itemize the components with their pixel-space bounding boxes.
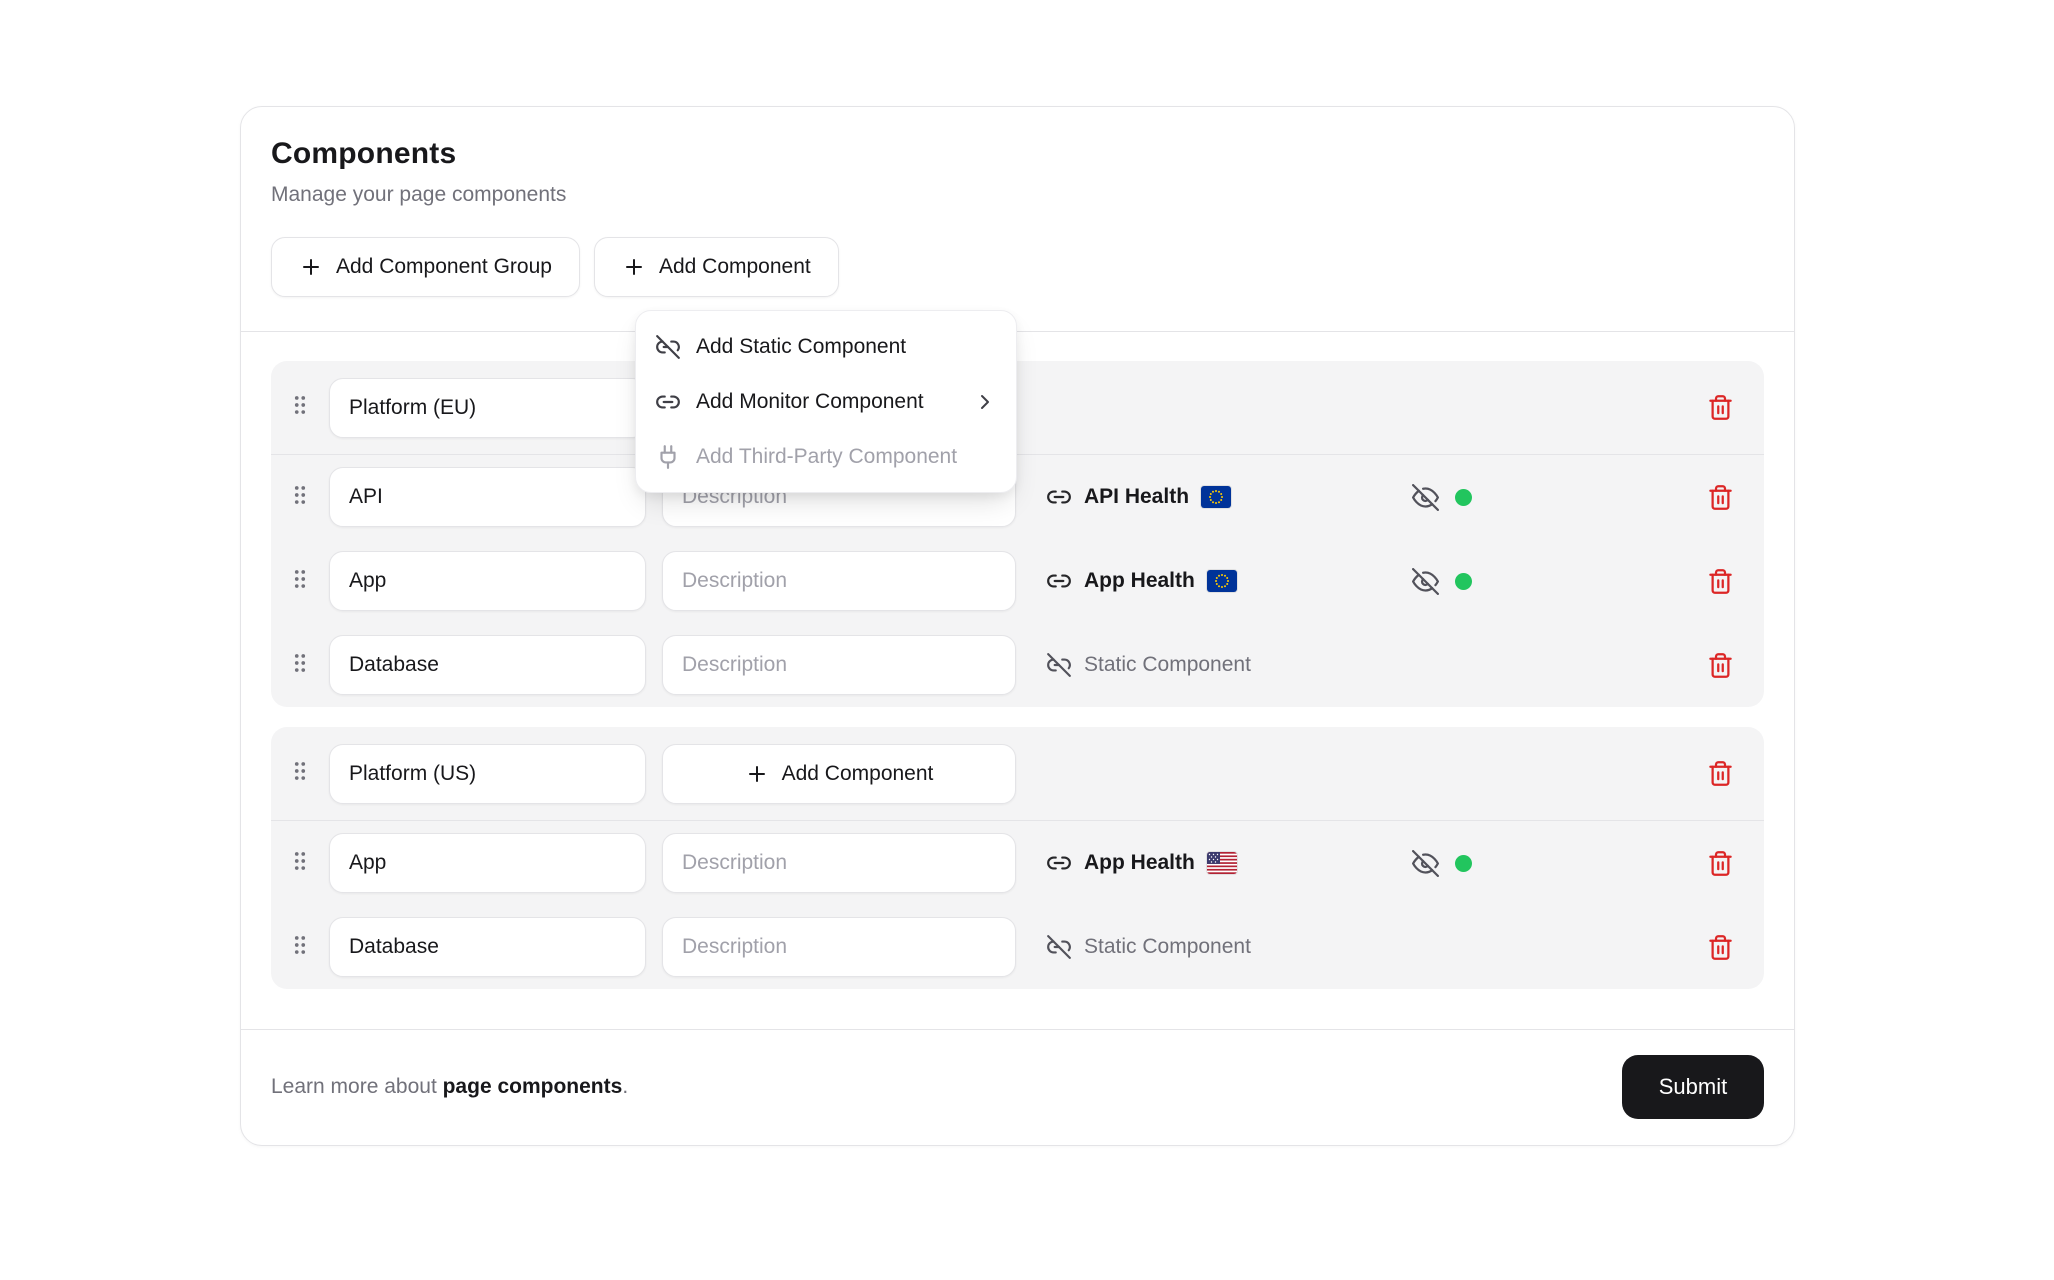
static-component-label: Static Component <box>1084 935 1251 959</box>
plus-icon <box>622 255 646 279</box>
learn-more-prefix: Learn more about <box>271 1075 443 1098</box>
unlink-icon <box>1046 652 1072 678</box>
static-component-indicator: Static Component <box>1032 934 1396 960</box>
visibility-cell <box>1412 484 1488 511</box>
static-component-indicator: Static Component <box>1032 652 1396 678</box>
component-group: Add Component API Health <box>271 361 1764 707</box>
monitor-link: API Health <box>1032 484 1396 510</box>
eye-off-icon[interactable] <box>1412 850 1439 877</box>
group-add-component-button[interactable]: Add Component <box>662 744 1016 804</box>
plus-icon <box>745 762 769 786</box>
groups-container: Add Component API Health <box>241 332 1794 1029</box>
group-header-row: Add Component <box>271 361 1764 455</box>
monitor-label: App Health <box>1084 851 1195 875</box>
group-header-row: Add Component <box>271 727 1764 821</box>
component-row: App Health <box>271 821 1764 905</box>
drag-handle-icon[interactable] <box>287 848 313 879</box>
status-dot <box>1455 855 1472 872</box>
component-description-input[interactable] <box>662 551 1016 611</box>
delete-group-button[interactable] <box>1707 394 1734 421</box>
plug-icon <box>655 444 681 470</box>
menu-item-add-third-party-component: Add Third-Party Component <box>636 429 1016 484</box>
drag-handle-icon[interactable] <box>287 758 313 789</box>
eu-flag-icon <box>1207 570 1237 592</box>
delete-component-button[interactable] <box>1707 484 1734 511</box>
add-component-button[interactable]: Add Component <box>594 237 839 297</box>
drag-handle-icon[interactable] <box>287 482 313 513</box>
delete-component-button[interactable] <box>1707 850 1734 877</box>
learn-more-text: Learn more about page components. <box>271 1075 628 1099</box>
component-name-input[interactable] <box>329 551 646 611</box>
menu-item-label: Add Monitor Component <box>696 390 924 414</box>
group-add-component-label: Add Component <box>782 762 934 786</box>
component-row: API Health <box>271 455 1764 539</box>
components-card: Components Manage your page components A… <box>240 106 1795 1146</box>
drag-handle-icon[interactable] <box>287 650 313 681</box>
unlink-icon <box>1046 934 1072 960</box>
chevron-right-icon <box>973 390 997 414</box>
group-name-input[interactable] <box>329 378 646 438</box>
learn-more-suffix: . <box>622 1075 628 1098</box>
card-header: Components Manage your page components A… <box>241 107 1794 332</box>
page-subtitle: Manage your page components <box>271 183 1764 207</box>
add-component-label: Add Component <box>659 255 811 279</box>
drag-handle-icon[interactable] <box>287 566 313 597</box>
page-components-link[interactable]: page components <box>443 1075 623 1098</box>
submit-button[interactable]: Submit <box>1622 1055 1764 1119</box>
monitor-label: API Health <box>1084 485 1189 509</box>
component-description-input[interactable] <box>662 635 1016 695</box>
eye-off-icon[interactable] <box>1412 484 1439 511</box>
component-row: Static Component <box>271 623 1764 707</box>
delete-group-button[interactable] <box>1707 760 1734 787</box>
menu-item-add-monitor-component[interactable]: Add Monitor Component <box>636 374 1016 429</box>
static-component-label: Static Component <box>1084 653 1251 677</box>
status-dot <box>1455 489 1472 506</box>
us-flag-icon <box>1207 852 1237 874</box>
delete-component-button[interactable] <box>1707 652 1734 679</box>
menu-item-label: Add Third-Party Component <box>696 445 957 469</box>
component-row: Static Component <box>271 905 1764 989</box>
component-description-input[interactable] <box>662 917 1016 977</box>
group-name-input[interactable] <box>329 744 646 804</box>
plus-icon <box>299 255 323 279</box>
add-component-group-label: Add Component Group <box>336 255 552 279</box>
component-group: Add Component App Health <box>271 727 1764 989</box>
menu-item-label: Add Static Component <box>696 335 906 359</box>
component-row: App Health <box>271 539 1764 623</box>
unlink-icon <box>655 334 681 360</box>
link-icon <box>655 389 681 415</box>
drag-handle-icon[interactable] <box>287 392 313 423</box>
component-description-input[interactable] <box>662 833 1016 893</box>
delete-component-button[interactable] <box>1707 934 1734 961</box>
page-title: Components <box>271 137 1764 171</box>
link-icon <box>1046 568 1072 594</box>
component-name-input[interactable] <box>329 467 646 527</box>
eye-off-icon[interactable] <box>1412 568 1439 595</box>
component-name-input[interactable] <box>329 917 646 977</box>
monitor-link: App Health <box>1032 850 1396 876</box>
delete-component-button[interactable] <box>1707 568 1734 595</box>
monitor-label: App Health <box>1084 569 1195 593</box>
menu-item-add-static-component[interactable]: Add Static Component <box>636 319 1016 374</box>
status-dot <box>1455 573 1472 590</box>
visibility-cell <box>1412 850 1488 877</box>
monitor-link: App Health <box>1032 568 1396 594</box>
link-icon <box>1046 850 1072 876</box>
eu-flag-icon <box>1201 486 1231 508</box>
add-component-group-button[interactable]: Add Component Group <box>271 237 580 297</box>
link-icon <box>1046 484 1072 510</box>
component-name-input[interactable] <box>329 833 646 893</box>
add-component-dropdown-menu: Add Static Component Add Monitor Compone… <box>635 310 1017 493</box>
visibility-cell <box>1412 568 1488 595</box>
card-footer: Learn more about page components. Submit <box>241 1029 1794 1144</box>
drag-handle-icon[interactable] <box>287 932 313 963</box>
component-name-input[interactable] <box>329 635 646 695</box>
toolbar: Add Component Group Add Component <box>271 237 1764 297</box>
